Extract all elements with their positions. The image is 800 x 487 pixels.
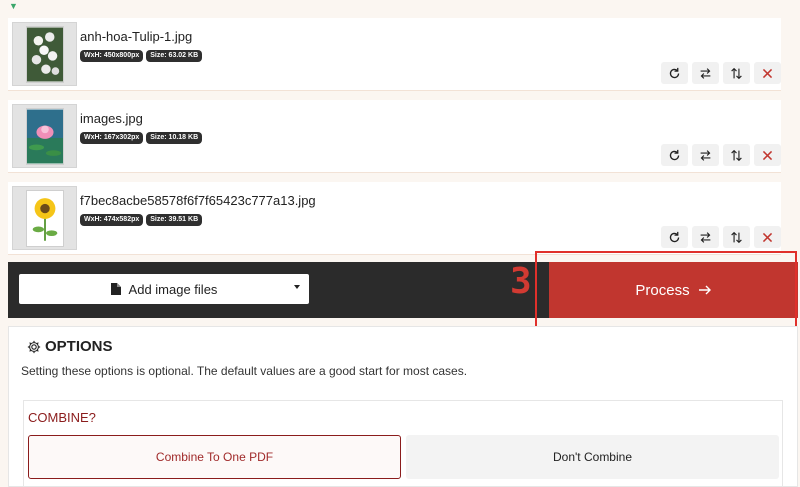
thumbnail-frame <box>12 22 77 86</box>
close-icon <box>762 68 773 78</box>
highlight-annotation-box <box>535 251 797 329</box>
flip-vertical-button[interactable] <box>723 226 750 248</box>
chevron-down-icon[interactable] <box>294 285 300 289</box>
add-image-files-button[interactable]: Add image files <box>19 274 309 304</box>
remove-file-button[interactable] <box>754 226 781 248</box>
dimensions-badge: WxH: 167x302px <box>80 132 144 144</box>
flip-vertical-button[interactable] <box>723 144 750 166</box>
combine-section: COMBINE? Combine To One PDF Don't Combin… <box>23 400 783 487</box>
flip-vertical-button[interactable] <box>723 62 750 84</box>
combine-label: COMBINE? <box>28 410 96 425</box>
size-badge: Size: 63.02 KB <box>146 50 203 62</box>
options-description: Setting these options is optional. The d… <box>21 364 468 378</box>
dimensions-badge: WxH: 474x582px <box>80 214 144 226</box>
file-row: f7bec8acbe58578f6f7f65423c777a13.jpg WxH… <box>8 182 781 255</box>
swap-vertical-icon <box>731 231 742 243</box>
file-icon <box>110 283 121 295</box>
thumbnail-sunflower <box>26 190 64 247</box>
file-name: anh-hoa-Tulip-1.jpg <box>80 29 193 44</box>
rotate-button[interactable] <box>661 144 688 166</box>
rotate-icon <box>669 149 680 160</box>
close-icon <box>762 150 773 160</box>
close-icon <box>762 232 773 242</box>
file-row: anh-hoa-Tulip-1.jpg WxH: 450x800px Size:… <box>8 18 781 91</box>
dimensions-badge: WxH: 450x800px <box>80 50 144 62</box>
remove-file-button[interactable] <box>754 144 781 166</box>
swap-vertical-icon <box>731 67 742 79</box>
flip-horizontal-button[interactable] <box>692 62 719 84</box>
add-image-files-label: Add image files <box>128 281 218 297</box>
gear-icon <box>27 340 41 353</box>
dont-combine-option[interactable]: Don't Combine <box>406 435 779 479</box>
step-number: 3 <box>510 261 532 302</box>
file-row: images.jpg WxH: 167x302px Size: 10.18 KB <box>8 100 781 173</box>
swap-horizontal-icon <box>700 231 711 243</box>
flip-horizontal-button[interactable] <box>692 144 719 166</box>
thumbnail-white-tulips <box>26 26 64 83</box>
size-badge: Size: 10.18 KB <box>146 132 203 144</box>
options-heading: OPTIONS <box>27 338 113 355</box>
thumbnail-pink-lotus <box>26 108 64 165</box>
thumbnail-frame <box>12 104 77 168</box>
swap-vertical-icon <box>731 149 742 161</box>
swap-horizontal-icon <box>700 67 711 79</box>
swap-horizontal-icon <box>700 149 711 161</box>
rotate-button[interactable] <box>661 226 688 248</box>
remove-file-button[interactable] <box>754 62 781 84</box>
options-title: OPTIONS <box>45 338 113 355</box>
file-name: f7bec8acbe58578f6f7f65423c777a13.jpg <box>80 193 316 208</box>
rotate-icon <box>669 67 680 78</box>
thumbnail-frame <box>12 186 77 250</box>
flip-horizontal-button[interactable] <box>692 226 719 248</box>
combine-to-one-pdf-option[interactable]: Combine To One PDF <box>28 435 401 479</box>
rotate-icon <box>669 231 680 242</box>
options-panel: OPTIONS Setting these options is optiona… <box>8 326 798 487</box>
rotate-button[interactable] <box>661 62 688 84</box>
file-name: images.jpg <box>80 111 143 126</box>
size-badge: Size: 39.51 KB <box>146 214 203 226</box>
filter-icon: ▼ <box>9 1 18 11</box>
